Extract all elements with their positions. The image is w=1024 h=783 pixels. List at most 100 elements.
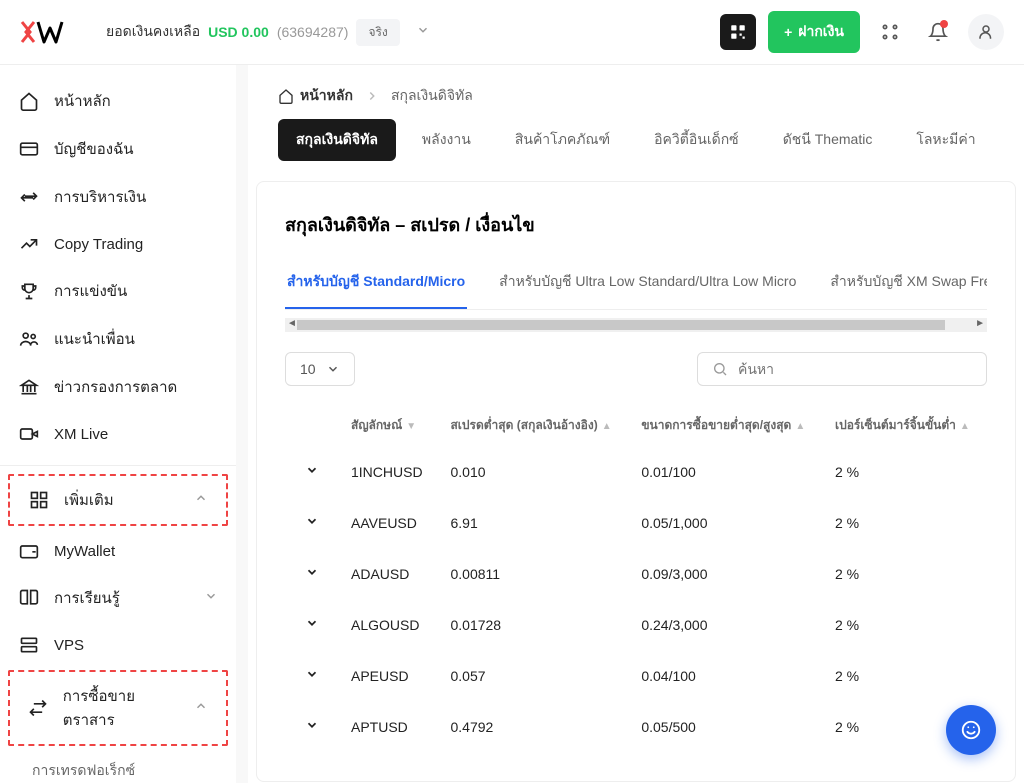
sidebar-item-mywallet[interactable]: MyWallet	[0, 528, 236, 574]
chevron-up-icon	[194, 699, 208, 717]
tab-commodities[interactable]: สินค้าโภคภัณฑ์	[497, 119, 628, 161]
balance-label: ยอดเงินคงเหลือ	[106, 21, 200, 43]
tab-energy[interactable]: พลังงาน	[404, 119, 489, 161]
sidebar: หน้าหลัก บัญชีของฉัน การบริหารเงิน Copy …	[0, 65, 248, 783]
cell-margin: 2 %	[823, 651, 985, 700]
expand-icon[interactable]	[305, 515, 319, 531]
account-tab-ultralow[interactable]: สำหรับบัญชี Ultra Low Standard/Ultra Low…	[497, 263, 798, 309]
sidebar-item-label: การซื้อขายตราสาร	[63, 684, 180, 732]
user-button[interactable]	[968, 14, 1004, 50]
account-tabs: สำหรับบัญชี Standard/Micro สำหรับบัญชี U…	[285, 263, 987, 310]
expand-icon[interactable]	[305, 668, 319, 684]
sidebar-item-funds[interactable]: การบริหารเงิน	[0, 173, 236, 221]
sidebar-item-label: การแข่งขัน	[54, 279, 127, 303]
account-tab-standard[interactable]: สำหรับบัญชี Standard/Micro	[285, 263, 467, 309]
cell-margin: 2 %	[823, 498, 985, 547]
card-icon	[18, 138, 40, 160]
expand-icon[interactable]	[305, 719, 319, 735]
table-row: APTUSD 0.4792 0.05/500 2 %	[287, 702, 985, 751]
tab-crypto[interactable]: สกุลเงินดิจิทัล	[278, 119, 396, 161]
sidebar-item-label: การเทรดฟอเร็กซ์	[32, 760, 135, 782]
cell-margin: 2 %	[823, 447, 985, 496]
apps-button[interactable]	[872, 14, 908, 50]
sidebar-item-news[interactable]: ข่าวกรองการตลาด	[0, 363, 236, 411]
notifications-button[interactable]	[920, 14, 956, 50]
tab-metals[interactable]: โลหะมีค่า	[898, 119, 993, 161]
col-spread[interactable]: สเปรดต่ำสุด (สกุลเงินอ้างอิง)▲	[438, 406, 627, 445]
sidebar-item-trading[interactable]: การซื้อขายตราสาร	[10, 672, 226, 744]
breadcrumb-home[interactable]: หน้าหลัก	[278, 85, 353, 107]
tab-thematic[interactable]: ดัชนี Thematic	[765, 119, 891, 161]
content: หน้าหลัก สกุลเงินดิจิทัล สกุลเงินดิจิทัล…	[248, 65, 1024, 783]
chevron-down-icon	[416, 23, 430, 42]
table-row: 1INCHUSD 0.010 0.01/100 2 %	[287, 447, 985, 496]
tab-equity-index[interactable]: อิควิตี้อินเด็กซ์	[636, 119, 757, 161]
balance-section[interactable]: ยอดเงินคงเหลือ USD 0.00 (63694287) จริง	[106, 19, 430, 46]
table-row: APEUSD 0.057 0.04/100 2 %	[287, 651, 985, 700]
account-tab-swapfree[interactable]: สำหรับบัญชี XM Swap Free S	[828, 263, 987, 309]
sidebar-item-label: Copy Trading	[54, 236, 143, 253]
sidebar-item-competition[interactable]: การแข่งขัน	[0, 267, 236, 315]
grid-icon	[28, 489, 50, 511]
book-icon	[18, 587, 40, 609]
chevron-down-icon	[204, 589, 218, 607]
spreads-table: สัญลักษณ์▼ สเปรดต่ำสุด (สกุลเงินอ้างอิง)…	[285, 404, 987, 753]
sidebar-item-copytrading[interactable]: Copy Trading	[0, 221, 236, 267]
cell-margin: 2 %	[823, 549, 985, 598]
col-size[interactable]: ขนาดการซื้อขายต่ำสุด/สูงสุด▲	[629, 406, 821, 445]
sidebar-item-home[interactable]: หน้าหลัก	[0, 77, 236, 125]
table-row: ADAUSD 0.00811 0.09/3,000 2 %	[287, 549, 985, 598]
horizontal-scrollbar[interactable]: ◄ ►	[285, 318, 987, 332]
breadcrumb: หน้าหลัก สกุลเงินดิจิทัล	[248, 65, 1024, 119]
home-icon	[18, 90, 40, 112]
sidebar-item-more[interactable]: เพิ่มเติม	[10, 476, 226, 524]
logo[interactable]	[20, 20, 76, 44]
search-input[interactable]	[738, 361, 972, 377]
plus-icon: +	[784, 24, 792, 40]
sidebar-item-label: MyWallet	[54, 543, 115, 560]
cell-spread: 0.00811	[438, 549, 627, 598]
sidebar-item-label: หน้าหลัก	[54, 89, 111, 113]
sidebar-item-label: VPS	[54, 637, 84, 654]
exchange-icon	[28, 697, 49, 719]
cell-spread: 0.010	[438, 447, 627, 496]
sidebar-item-accounts[interactable]: บัญชีของฉัน	[0, 125, 236, 173]
search-box[interactable]	[697, 352, 987, 386]
cell-symbol: AAVEUSD	[339, 498, 436, 547]
notification-dot	[940, 20, 948, 28]
spreads-panel: สกุลเงินดิจิทัล – สเปรด / เงื่อนไข สำหรั…	[256, 181, 1016, 782]
trophy-icon	[18, 280, 40, 302]
col-symbol[interactable]: สัญลักษณ์▼	[339, 406, 436, 445]
cell-symbol: APEUSD	[339, 651, 436, 700]
transfer-icon	[18, 186, 40, 208]
expand-icon[interactable]	[305, 566, 319, 582]
sidebar-item-refer[interactable]: แนะนำเพื่อน	[0, 315, 236, 363]
deposit-button[interactable]: + ฝากเงิน	[768, 11, 860, 53]
sidebar-item-learn[interactable]: การเรียนรู้	[0, 574, 236, 622]
qr-button[interactable]	[720, 14, 756, 50]
expand-icon[interactable]	[305, 617, 319, 633]
cell-size: 0.04/100	[629, 651, 821, 700]
sidebar-item-label: แนะนำเพื่อน	[54, 327, 135, 351]
users-icon	[18, 328, 40, 350]
cell-symbol: ADAUSD	[339, 549, 436, 598]
cell-size: 0.01/100	[629, 447, 821, 496]
cell-spread: 0.057	[438, 651, 627, 700]
cell-symbol: APTUSD	[339, 702, 436, 751]
sidebar-item-vps[interactable]: VPS	[0, 622, 236, 668]
balance-value: USD 0.00	[208, 24, 269, 40]
expand-icon[interactable]	[305, 464, 319, 480]
chart-up-icon	[18, 233, 40, 255]
cell-symbol: 1INCHUSD	[339, 447, 436, 496]
col-margin[interactable]: เปอร์เซ็นต์มาร์จิ้นขั้นต่ำ▲	[823, 406, 985, 445]
sidebar-item-xmlive[interactable]: XM Live	[0, 411, 236, 457]
chat-fab[interactable]	[946, 705, 996, 755]
chevron-down-icon	[326, 362, 340, 376]
header: ยอดเงินคงเหลือ USD 0.00 (63694287) จริง …	[0, 0, 1024, 65]
cell-size: 0.09/3,000	[629, 549, 821, 598]
page-size-select[interactable]: 10	[285, 352, 355, 386]
account-id: (63694287)	[277, 24, 349, 40]
cell-size: 0.05/500	[629, 702, 821, 751]
sidebar-sub-forex[interactable]: การเทรดฟอเร็กซ์	[0, 748, 236, 783]
cell-margin: 2 %	[823, 600, 985, 649]
